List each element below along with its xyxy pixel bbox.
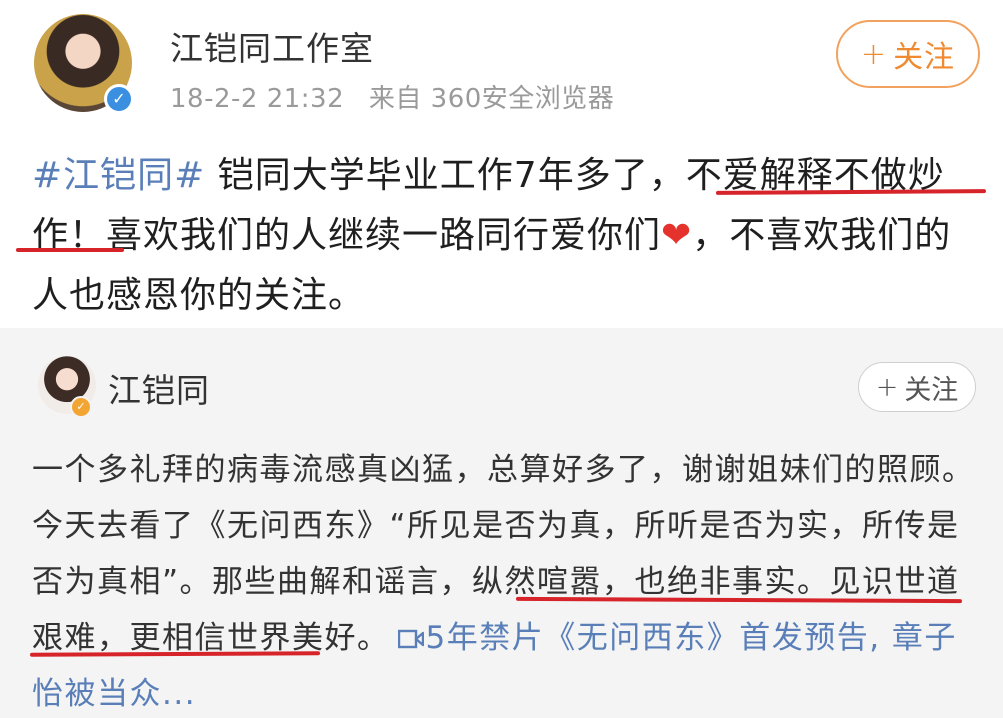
- repost-author-name[interactable]: 江铠同: [108, 364, 210, 412]
- post-source: 来自 360安全浏览器: [368, 84, 615, 114]
- post-meta: 18-2-2 21:32 来自 360安全浏览器: [170, 78, 614, 115]
- repost-text: 一个多礼拜的病毒流感真凶猛，总算好多了，谢谢姐妹们的照顾。今天去看了《无问西东》…: [32, 442, 982, 718]
- plus-icon: +: [875, 371, 899, 403]
- video-link-icon[interactable]: [397, 628, 424, 650]
- post-date: 18-2-2 21:32: [170, 84, 345, 114]
- follow-button[interactable]: + 关注: [836, 20, 980, 88]
- repost-follow-button[interactable]: + 关注: [858, 362, 976, 412]
- verified-badge-icon: ✓: [70, 396, 92, 418]
- author-name[interactable]: 江铠同工作室: [170, 22, 374, 70]
- heart-icon: ❤: [661, 215, 693, 256]
- follow-label: 关注: [893, 40, 956, 75]
- post-text: #江铠同# 铠同大学毕业工作7年多了，不爱解释不做炒作！喜欢我们的人继续一路同行…: [32, 146, 982, 326]
- follow-label: 关注: [904, 374, 959, 406]
- hashtag-link[interactable]: #江铠同#: [32, 155, 205, 196]
- plus-icon: +: [860, 36, 888, 72]
- highlight-underline: [16, 248, 124, 252]
- verified-badge-icon: ✓: [104, 84, 134, 114]
